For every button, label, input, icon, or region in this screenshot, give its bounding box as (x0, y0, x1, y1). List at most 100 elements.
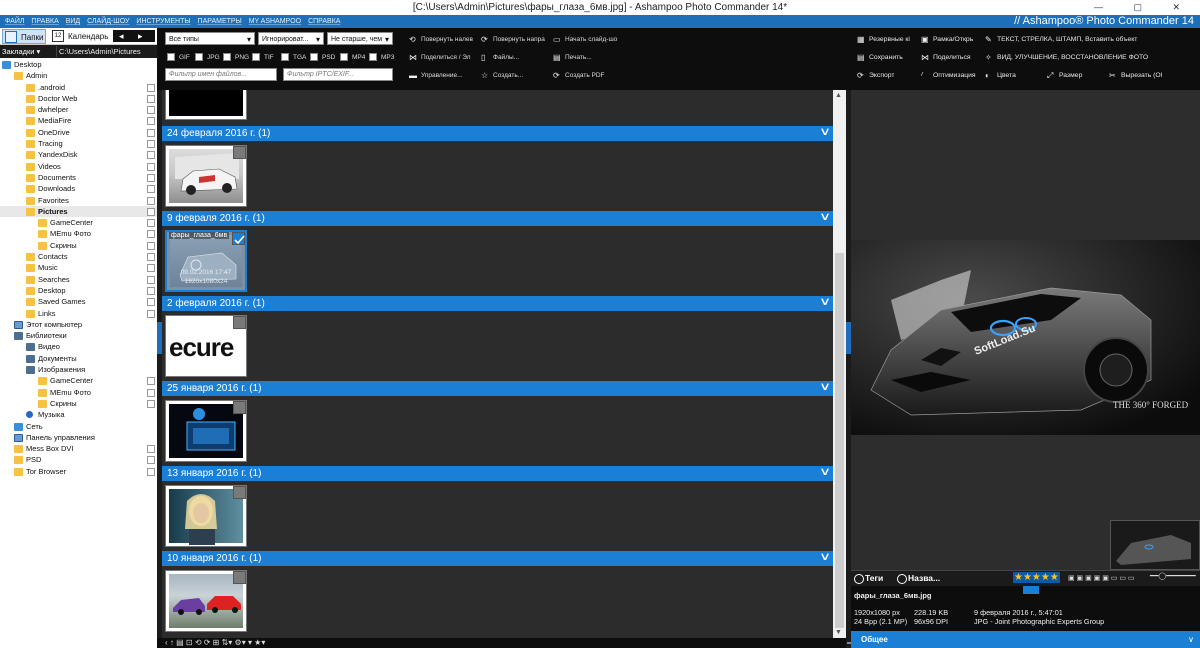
menu-view[interactable]: ВИД (66, 15, 80, 28)
tree-item-checkbox[interactable] (147, 456, 155, 465)
tree-item[interactable]: Downloads (0, 183, 157, 194)
thumbnail-partial[interactable] (165, 90, 247, 120)
format-gif[interactable]: GIF (167, 53, 190, 63)
tree-item-checkbox[interactable] (147, 196, 155, 205)
type-select[interactable]: Все типы (165, 32, 255, 46)
size-button[interactable]: ⤢ Размер (1047, 70, 1107, 82)
format-png[interactable]: PNG (223, 53, 249, 63)
share-button[interactable]: ⋈ Поделиться (921, 52, 981, 64)
thumbnail[interactable] (165, 145, 247, 207)
format-mp3[interactable]: MP3 (369, 53, 394, 63)
share-email-button[interactable]: ⋈ Поделиться / Эл (409, 52, 477, 64)
scroll-up-icon[interactable]: ▲ (835, 92, 842, 99)
text-stamp-button[interactable]: ✎ ТЕКСТ, СТРЕЛКА, ШТАМП, Вставить объект (985, 34, 1175, 46)
tree-item[interactable]: Tracing (0, 138, 157, 149)
enhance-button[interactable]: ✧ ВИД, УЛУЧШЕНИЕ, ВОССТАНОВЛЕНИЕ ФОТО (985, 52, 1185, 64)
menu-my-ashampoo[interactable]: МY ASHAMPOO (249, 15, 301, 28)
cut-button[interactable]: ✂ Вырезать (Ol (1109, 70, 1169, 82)
group-header[interactable]: 2 февраля 2016 г. (1) ∨ (162, 296, 833, 311)
tree-item-checkbox[interactable] (147, 399, 155, 408)
tree-item-checkbox[interactable] (147, 388, 155, 397)
navigator-minimap[interactable] (1110, 520, 1200, 570)
tree-item[interactable]: MEmu Фото (0, 387, 157, 398)
group-header[interactable]: 24 февраля 2016 г. (1) ∨ (162, 126, 833, 141)
optimize-button[interactable]: ⁄ Оптимизация (921, 70, 981, 82)
tab-calendar[interactable]: 12 Календарь (50, 29, 108, 44)
format-psd[interactable]: PSD (310, 53, 335, 63)
thumbnail[interactable] (165, 400, 247, 462)
tree-item[interactable]: Сеть (0, 421, 157, 432)
menu-slideshow[interactable]: СЛАЙД-ШОУ (87, 15, 129, 28)
iptc-filter-input[interactable]: Фильтр IPTC/EXIF... (283, 68, 393, 81)
chevron-down-icon[interactable]: ∨ (819, 295, 831, 310)
menu-tools[interactable]: ИНСТРУМЕНТЫ (136, 15, 190, 28)
tree-item[interactable]: Этот компьютер (0, 319, 157, 330)
create-pdf-button[interactable]: ⟳ Создать PDF (553, 70, 625, 82)
tree-item[interactable]: GameCenter (0, 217, 157, 228)
group-header[interactable]: 13 января 2016 г. (1) ∨ (162, 466, 833, 481)
menu-settings[interactable]: ПАРАМЕТРЫ (198, 15, 242, 28)
colors-button[interactable]: ◐ Цвета (985, 70, 1045, 82)
menu-file[interactable]: ФАЙЛ (5, 15, 24, 28)
backup-button[interactable]: ▦ Резервные кі (857, 34, 917, 46)
tree-item-checkbox[interactable] (147, 275, 155, 284)
tree-item-checkbox[interactable] (147, 264, 155, 273)
tab-folders[interactable]: Папки (2, 29, 46, 44)
tree-item[interactable]: Searches (0, 274, 157, 285)
rotate-left-button[interactable]: ⟲ Повернуть налев (409, 34, 477, 46)
tree-item[interactable]: Desktop (0, 59, 157, 70)
tree-item-checkbox[interactable] (147, 286, 155, 295)
preview-zoom-slider[interactable]: ━━◯━━━━━━━ (1150, 572, 1196, 580)
tree-item[interactable]: Contacts (0, 251, 157, 262)
tree-item[interactable]: MEmu Фото (0, 228, 157, 239)
tree-item[interactable]: Документы (0, 353, 157, 364)
tree-item-checkbox[interactable] (147, 241, 155, 250)
tree-item[interactable]: Admin (0, 70, 157, 81)
format-tga[interactable]: TGA (281, 53, 306, 63)
chevron-down-icon[interactable]: ∨ (819, 380, 831, 395)
tree-item[interactable]: Videos (0, 161, 157, 172)
tree-item[interactable]: PSD (0, 454, 157, 465)
tree-item[interactable]: Favorites (0, 195, 157, 206)
tree-item-checkbox[interactable] (147, 173, 155, 182)
manage-button[interactable]: ▬ Управление... (409, 70, 477, 82)
tree-item-checkbox[interactable] (147, 128, 155, 137)
tree-item-checkbox[interactable] (147, 253, 155, 262)
thumbnail[interactable]: ecure (165, 315, 247, 377)
format-mp4[interactable]: MP4 (340, 53, 365, 63)
tree-item-checkbox[interactable] (147, 151, 155, 160)
tree-item[interactable]: Pictures (0, 205, 157, 218)
tree-item-checkbox[interactable] (147, 106, 155, 115)
rating-stars[interactable]: ★★★★★ (1013, 572, 1060, 583)
tree-item[interactable]: Изображения (0, 364, 157, 375)
print-button[interactable]: ▤ Печать... (553, 52, 625, 64)
tree-item[interactable]: Links (0, 308, 157, 319)
rotate-right-button[interactable]: ⟳ Повернуть напра (481, 34, 551, 46)
thumbnail[interactable] (165, 570, 247, 632)
create-button[interactable]: ☆ Создать... (481, 70, 551, 82)
tree-item[interactable]: Скрины (0, 240, 157, 251)
tree-item[interactable]: Saved Games (0, 296, 157, 307)
export-button[interactable]: ⟳ Экспорт (857, 70, 917, 82)
format-tif[interactable]: TIF (252, 53, 274, 63)
tree-item[interactable]: GameCenter (0, 375, 157, 386)
tree-item[interactable]: Doctor Web (0, 93, 157, 104)
info-toolbar-icons[interactable]: ▣ ▣ ▣ ▣ ▣ ▭ ▭ ▭ (1068, 574, 1135, 582)
tree-item-checkbox[interactable] (147, 185, 155, 194)
tree-item[interactable]: Documents (0, 172, 157, 183)
path-input[interactable]: C:\Users\Admin\Pictures (56, 46, 156, 57)
tab-name[interactable]: Назва... (896, 572, 940, 585)
tree-item[interactable]: Mess Box DVI (0, 443, 157, 454)
files-button[interactable]: ▯ Файлы... (481, 52, 551, 64)
select-checkbox[interactable] (233, 571, 246, 584)
group-header[interactable]: 9 февраля 2016 г. (1) ∨ (162, 211, 833, 226)
tree-item[interactable]: dwhelper (0, 104, 157, 115)
tree-item[interactable]: Music (0, 262, 157, 273)
scroll-down-icon[interactable]: ▼ (835, 629, 842, 636)
tree-item-checkbox[interactable] (147, 207, 155, 216)
nav-arrows[interactable]: ◂ ▸ (113, 30, 155, 42)
save-button[interactable]: ▤ Сохранить (857, 52, 917, 64)
tree-item[interactable]: YandexDisk (0, 149, 157, 160)
chevron-down-icon[interactable]: ∨ (819, 550, 831, 565)
menu-edit[interactable]: ПРАВКА (31, 15, 58, 28)
